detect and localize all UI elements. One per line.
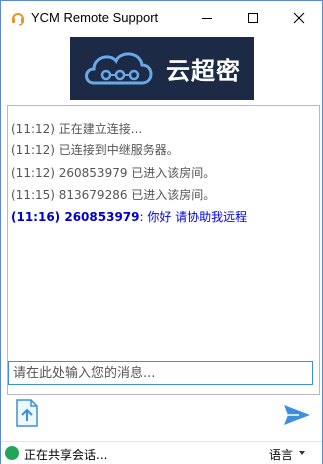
logo-text: 云超密 xyxy=(166,57,241,85)
message-input-box[interactable] xyxy=(8,361,313,385)
headset-icon xyxy=(12,13,24,26)
sender-id: (11:16) 260853979 xyxy=(11,210,140,224)
send-button[interactable] xyxy=(283,403,311,427)
app-window: YCM Remote Support 云超密 (11:12) 正在建立连接...… xyxy=(0,0,323,464)
language-menu[interactable]: 语言 xyxy=(269,446,293,463)
send-icon xyxy=(284,405,310,425)
upload-button[interactable] xyxy=(14,399,40,427)
minimize-button[interactable] xyxy=(184,1,230,35)
status-indicator-icon xyxy=(5,446,19,460)
status-text: 正在共享会话... xyxy=(24,448,108,462)
window-title: YCM Remote Support xyxy=(31,10,159,25)
brand-logo: 云超密 xyxy=(70,37,254,100)
chevron-down-icon[interactable] xyxy=(299,451,305,455)
close-button[interactable] xyxy=(276,1,322,35)
title-bar[interactable]: YCM Remote Support xyxy=(1,1,322,35)
chat-message-self: (11:16) 260853979: 你好 请协助我远程 xyxy=(11,208,247,225)
chat-message: (11:15) 813679286 已进入该房间。 xyxy=(11,188,216,202)
status-bar: 正在共享会话... 语言 xyxy=(1,441,322,464)
chat-message: (11:12) 已连接到中继服务器。 xyxy=(11,143,179,157)
message-input[interactable] xyxy=(9,362,312,385)
chat-message: (11:12) 260853979 已进入该房间。 xyxy=(11,166,216,180)
chat-message: (11:12) 正在建立连接... xyxy=(11,122,143,136)
upload-file-icon xyxy=(16,399,38,427)
maximize-icon xyxy=(248,13,258,23)
minimize-icon xyxy=(202,18,212,19)
chat-log[interactable]: (11:12) 正在建立连接... (11:12) 已连接到中继服务器。 (11… xyxy=(7,105,320,395)
maximize-button[interactable] xyxy=(230,1,276,35)
close-icon xyxy=(293,12,305,24)
message-body: 你好 请协助我远程 xyxy=(147,210,248,224)
cloud-logo-icon xyxy=(85,52,153,85)
